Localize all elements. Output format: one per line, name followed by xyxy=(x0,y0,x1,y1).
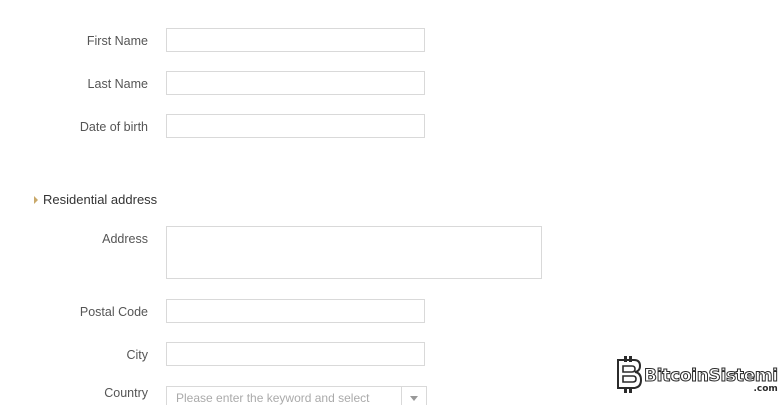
dob-label: Date of birth xyxy=(79,120,148,134)
last-name-label: Last Name xyxy=(87,77,148,91)
postal-code-label: Postal Code xyxy=(79,305,148,319)
dob-input[interactable] xyxy=(166,114,425,138)
address-textarea[interactable] xyxy=(166,226,542,279)
first-name-label: First Name xyxy=(86,34,148,48)
watermark-name: BitcoinSistemi xyxy=(644,366,779,386)
personal-info-form: First Name Last Name Date of birth Resid… xyxy=(0,0,780,405)
dropdown-toggle[interactable] xyxy=(401,387,426,405)
residential-address-section-title: Residential address xyxy=(34,192,157,207)
city-input[interactable] xyxy=(166,342,425,366)
chevron-down-icon xyxy=(410,395,418,401)
bitcoinsistemi-watermark: BitcoinSistemi .com xyxy=(612,356,779,394)
address-label: Address xyxy=(102,232,148,246)
bitcoin-logo-icon xyxy=(617,356,642,393)
city-label: City xyxy=(126,348,148,362)
country-label: Country xyxy=(104,386,148,400)
postal-code-input[interactable] xyxy=(166,299,425,323)
first-name-input[interactable] xyxy=(166,28,425,52)
last-name-input[interactable] xyxy=(166,71,425,95)
country-placeholder: Please enter the keyword and select xyxy=(176,391,370,405)
triangle-marker-icon xyxy=(34,195,38,204)
residential-address-title: Residential address xyxy=(43,192,158,207)
country-select[interactable]: Please enter the keyword and select xyxy=(166,386,427,405)
watermark-suffix: .com xyxy=(753,384,778,394)
